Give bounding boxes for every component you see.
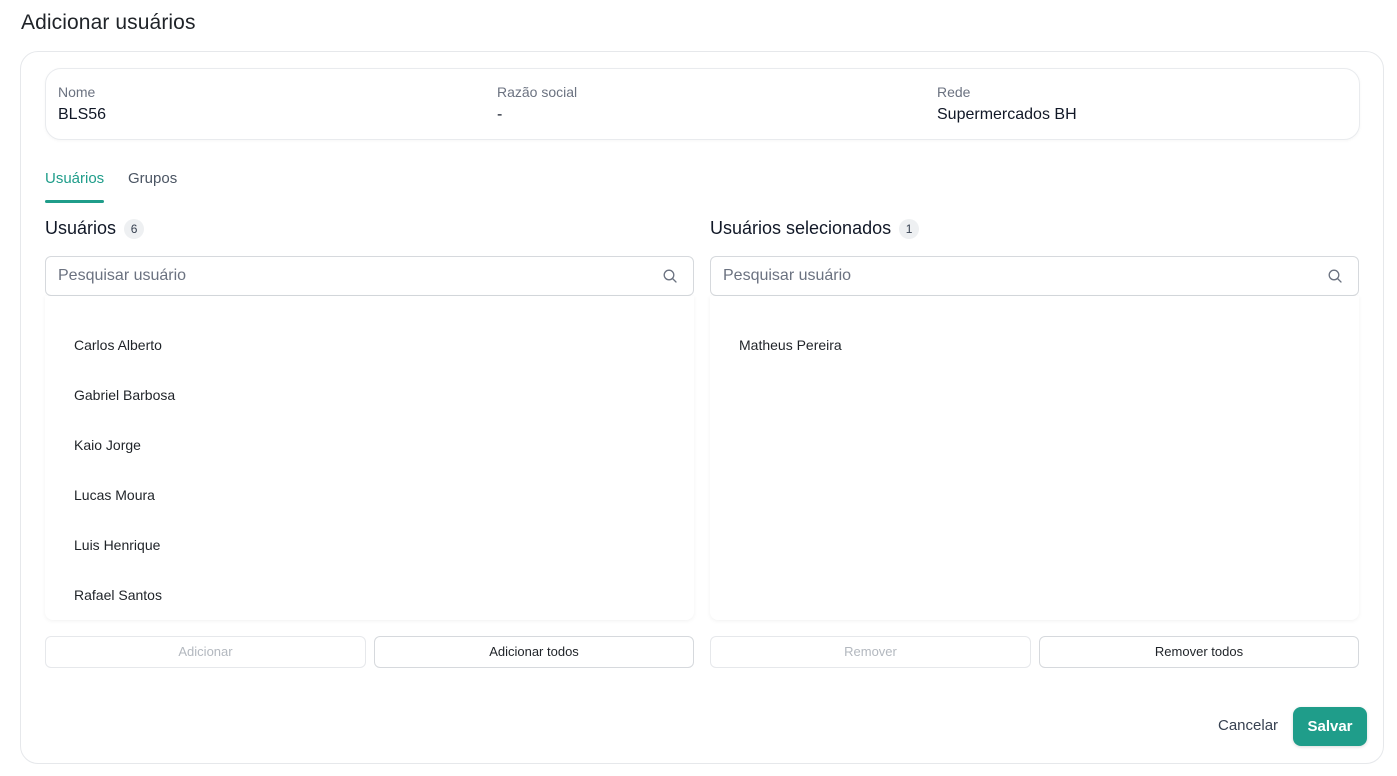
list-item[interactable]: Luis Henrique: [74, 537, 160, 553]
list-item[interactable]: Carlos Alberto: [74, 337, 162, 353]
remove-button[interactable]: Remover: [710, 636, 1031, 668]
save-button[interactable]: Salvar: [1293, 707, 1367, 746]
selected-users-search-input[interactable]: [711, 257, 1311, 295]
info-nome-value: BLS56: [58, 106, 107, 123]
selected-users-search: [710, 256, 1359, 296]
available-users-list: Carlos Alberto Gabriel Barbosa Kaio Jorg…: [45, 296, 694, 620]
remove-all-button[interactable]: Remover todos: [1039, 636, 1359, 668]
info-rede: Rede Supermercados BH: [937, 84, 1077, 124]
available-users-search: [45, 256, 694, 296]
selected-users-heading: Usuários selecionados 1: [710, 218, 920, 239]
tab-usuarios[interactable]: Usuários: [45, 170, 104, 187]
list-item[interactable]: Rafael Santos: [74, 587, 162, 603]
available-users-title: Usuários: [45, 218, 117, 238]
info-nome-label: Nome: [58, 84, 96, 100]
list-item[interactable]: Gabriel Barbosa: [74, 387, 175, 403]
store-info-box: Nome BLS56 Razão social - Rede Supermerc…: [45, 68, 1360, 140]
add-button[interactable]: Adicionar: [45, 636, 366, 668]
tab-grupos[interactable]: Grupos: [128, 170, 177, 187]
selected-users-list: Matheus Pereira: [710, 296, 1359, 620]
info-rede-value: Supermercados BH: [937, 106, 1077, 123]
available-users-search-input[interactable]: [46, 257, 646, 295]
list-item[interactable]: Matheus Pereira: [739, 337, 842, 353]
cancel-button[interactable]: Cancelar: [1218, 717, 1278, 734]
info-razao-social: Razão social -: [497, 84, 577, 124]
info-razao-value: -: [497, 106, 503, 123]
list-item[interactable]: Lucas Moura: [74, 487, 155, 503]
page-title: Adicionar usuários: [21, 11, 196, 34]
info-rede-label: Rede: [937, 84, 971, 100]
info-razao-label: Razão social: [497, 84, 578, 100]
search-icon[interactable]: [662, 268, 678, 284]
selected-users-count-badge: 1: [899, 218, 920, 239]
add-users-card: Nome BLS56 Razão social - Rede Supermerc…: [20, 51, 1384, 764]
add-all-button[interactable]: Adicionar todos: [374, 636, 694, 668]
available-users-count-badge: 6: [124, 218, 145, 239]
tab-active-underline: [45, 200, 104, 203]
info-nome: Nome BLS56: [58, 84, 106, 124]
available-users-heading: Usuários 6: [45, 218, 145, 239]
list-item[interactable]: Kaio Jorge: [74, 437, 141, 453]
selected-users-title: Usuários selecionados: [710, 218, 892, 238]
search-icon[interactable]: [1327, 268, 1343, 284]
